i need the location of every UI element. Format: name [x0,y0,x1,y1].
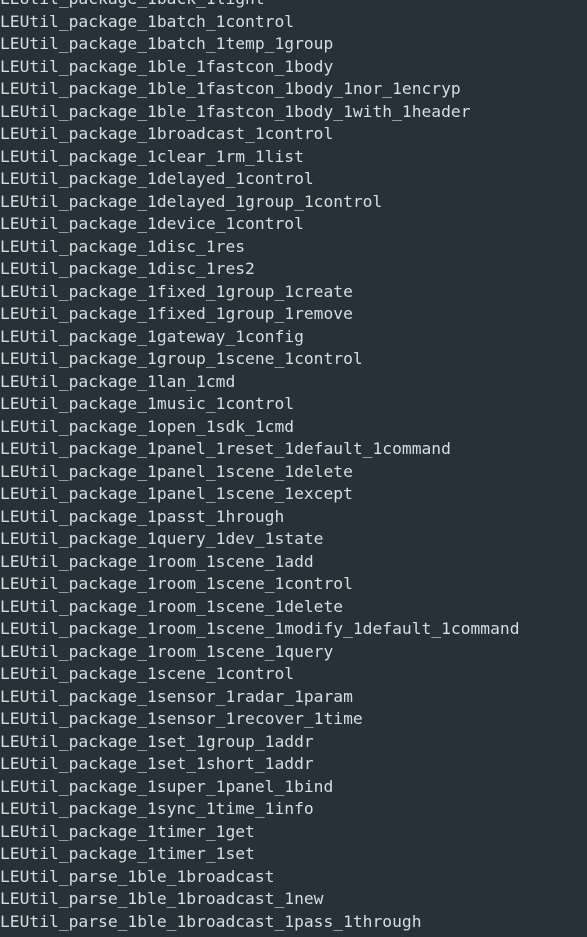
list-item: LEUtil_package_1timer_1get [0,821,255,841]
list-item: LEUtil_package_1room_1scene_1control [0,574,353,593]
list-item: LEUtil_package_1scene_1control [0,664,295,683]
list-item: LEUtil_package_1panel_1scene_1except [0,484,353,503]
list-item: LEUtil_package_1room_1scene_1modify_1def… [0,619,520,638]
list-item: LEUtil_package_1gateway_1config [0,326,304,346]
list-item: LEUtil_package_1group_1scene_1control [0,349,363,368]
list-item: LEUtil_parse_1ble_1broadcast [0,866,275,886]
list-item: LEUtil_package_1room_1scene_1query [0,641,334,661]
list-item: LEUtil_package_1back_1light [0,0,520,11]
list-item: LEUtil_package_1sync_1time_1info [0,799,314,818]
list-item: LEUtil_package_1ble_1fastcon_1body [0,56,334,76]
symbol-list: LEUtil_package_1back_1lightLEUtil_packag… [0,0,520,933]
list-item: LEUtil_package_1clear_1rm_1list [0,146,304,166]
list-item: LEUtil_package_1delayed_1control [0,169,314,188]
terminal-output: LEUtil_package_1back_1lightLEUtil_packag… [0,0,587,937]
list-item: LEUtil_package_1query_1dev_1state [0,529,324,548]
list-item: LEUtil_parse_1ble_1broadcast_1new [0,889,324,908]
list-item: LEUtil_package_1sensor_1radar_1param [0,686,353,706]
list-item: LEUtil_package_1panel_1scene_1delete [0,461,353,481]
list-item: LEUtil_package_1room_1scene_1delete [0,596,344,616]
list-item: LEUtil_package_1music_1control [0,394,295,413]
list-item: LEUtil_package_1ble_1fastcon_1body_1nor_… [0,79,461,98]
list-item: LEUtil_package_1ble_1fastcon_1body_1with… [0,101,471,121]
list-item: LEUtil_package_1batch_1control [0,11,295,31]
list-item: LEUtil_package_1set_1short_1addr [0,754,314,773]
list-item: LEUtil_package_1fixed_1group_1create [0,281,353,301]
list-item: LEUtil_package_1panel_1reset_1default_1c… [0,439,451,458]
list-item: LEUtil_package_1fixed_1group_1remove [0,304,353,323]
list-item: LEUtil_package_1disc_1res2 [0,259,255,278]
list-item: LEUtil_package_1super_1panel_1bind [0,776,334,796]
list-item: LEUtil_package_1batch_1temp_1group [0,34,334,53]
list-item: LEUtil_package_1passt_1hrough [0,506,285,526]
list-item: LEUtil_package_1set_1group_1addr [0,731,314,751]
list-item: LEUtil_package_1timer_1set [0,844,255,863]
list-item: LEUtil_package_1disc_1res [0,236,246,256]
list-item: LEUtil_package_1sensor_1recover_1time [0,709,363,728]
list-item: LEUtil_package_1device_1control [0,214,304,233]
list-item: LEUtil_package_1lan_1cmd [0,371,236,391]
list-item: LEUtil_package_1room_1scene_1add [0,551,314,571]
list-item: LEUtil_package_1broadcast_1control [0,124,334,143]
list-item: LEUtil_package_1open_1sdk_1cmd [0,416,295,436]
list-item: LEUtil_parse_1ble_1broadcast_1pass_1thro… [0,911,422,931]
list-item: LEUtil_package_1delayed_1group_1control [0,191,383,211]
